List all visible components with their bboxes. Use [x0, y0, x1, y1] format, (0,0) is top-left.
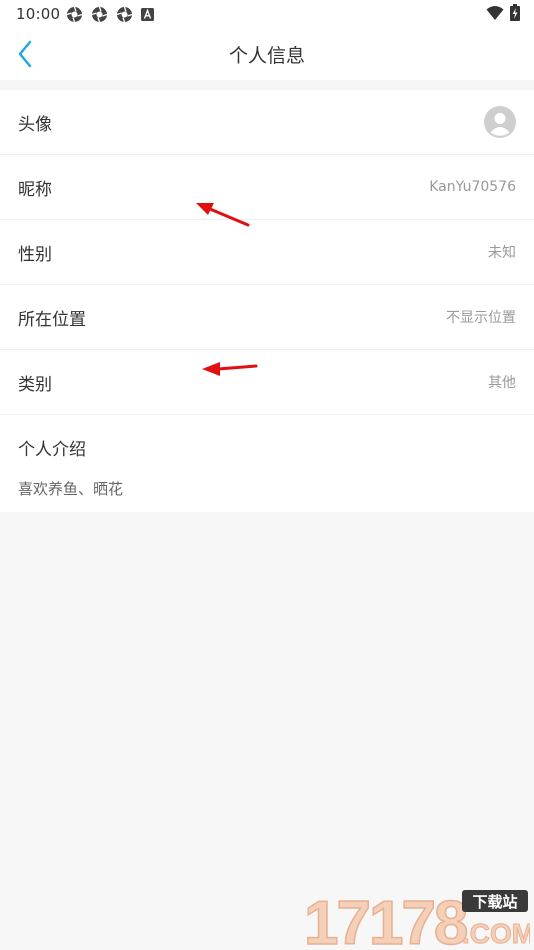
page-title: 个人信息 [228, 45, 305, 67]
gender-label: 性别 [18, 244, 52, 265]
aperture-icon [116, 6, 133, 22]
battery-charging-icon [510, 4, 520, 21]
category-label: 类别 [18, 374, 52, 395]
annotation-arrow-icon [202, 362, 258, 376]
category-row[interactable]: 类别 其他 [0, 350, 534, 415]
profile-info-list: 头像 昵称 KanYu70576 性别 未知 所在位置 不显示位置 类别 其他 … [0, 90, 534, 512]
nickname-label: 昵称 [18, 179, 52, 200]
avatar-placeholder-icon [484, 106, 516, 138]
a-box-icon [141, 7, 154, 21]
intro-text: 喜欢养鱼、晒花 [18, 480, 124, 498]
location-label: 所在位置 [18, 309, 86, 330]
header-divider [0, 80, 534, 90]
gender-value: 未知 [488, 245, 516, 261]
app-header: 个人信息 [0, 28, 534, 80]
status-time: 10:00 [16, 5, 61, 23]
aperture-icon [66, 6, 83, 22]
intro-label: 个人介绍 [18, 440, 86, 460]
annotation-arrow-icon [196, 203, 250, 227]
watermark-domain: .COM [462, 918, 530, 948]
avatar-label: 头像 [18, 114, 52, 135]
watermark-tag: 下载站 [472, 893, 517, 911]
aperture-icon [91, 6, 108, 22]
system-icons [486, 4, 520, 21]
notification-icons [66, 5, 154, 23]
wifi-icon [486, 5, 504, 20]
watermark-number: 17178 [304, 889, 467, 948]
category-value: 其他 [488, 375, 516, 391]
avatar-row[interactable]: 头像 [0, 90, 534, 155]
site-watermark-logo: 17178 下载站 .COM [303, 888, 530, 948]
location-value: 不显示位置 [446, 310, 516, 326]
intro-row[interactable]: 个人介绍 喜欢养鱼、晒花 [0, 415, 534, 512]
nickname-value: KanYu70576 [429, 179, 516, 195]
status-bar: 10:00 [0, 0, 534, 28]
nickname-row[interactable]: 昵称 KanYu70576 [0, 155, 534, 220]
gender-row[interactable]: 性别 未知 [0, 220, 534, 285]
location-row[interactable]: 所在位置 不显示位置 [0, 285, 534, 350]
